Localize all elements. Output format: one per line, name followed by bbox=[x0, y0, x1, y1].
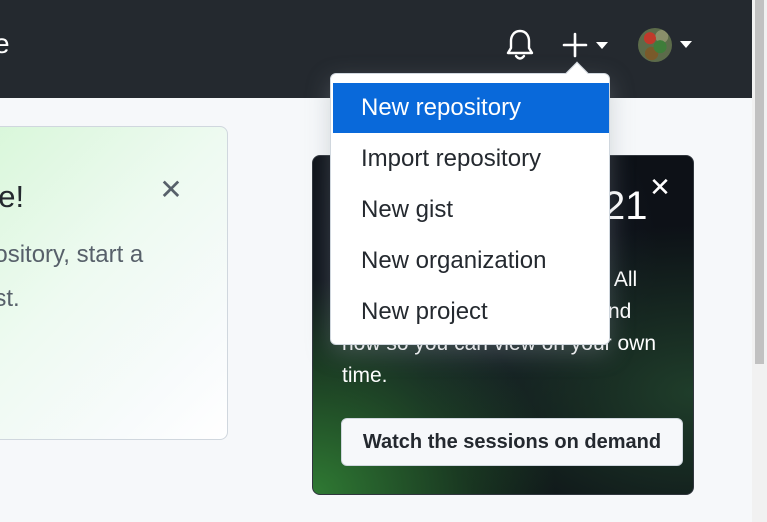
promo-text-line: time. bbox=[342, 364, 388, 387]
close-icon[interactable]: ✕ bbox=[647, 174, 673, 200]
welcome-title: de! bbox=[0, 179, 25, 214]
menu-item-new-gist[interactable]: New gist bbox=[331, 185, 609, 235]
menu-item-new-project[interactable]: New project bbox=[331, 287, 609, 337]
bell-icon bbox=[506, 29, 534, 60]
menu-item-new-repository[interactable]: New repository bbox=[333, 83, 609, 133]
page-scrollbar[interactable] bbox=[752, 0, 767, 522]
chevron-down-icon bbox=[680, 41, 692, 48]
create-new-button[interactable] bbox=[560, 30, 614, 60]
avatar bbox=[638, 28, 672, 62]
create-dropdown-menu: New repository Import repository New gis… bbox=[330, 61, 610, 345]
welcome-card: de! pository, start a est. ✕ bbox=[0, 126, 228, 440]
watch-sessions-button[interactable]: Watch the sessions on demand bbox=[341, 418, 683, 466]
menu-item-new-organization[interactable]: New organization bbox=[331, 236, 609, 286]
chevron-down-icon bbox=[596, 42, 608, 49]
welcome-body: pository, start a est. bbox=[0, 241, 144, 312]
notifications-button[interactable] bbox=[505, 28, 535, 62]
user-menu-button[interactable] bbox=[636, 26, 698, 64]
plus-icon bbox=[562, 32, 588, 58]
scrollbar-thumb[interactable] bbox=[755, 0, 764, 364]
close-icon[interactable]: ✕ bbox=[158, 176, 184, 204]
header-title[interactable]: e bbox=[0, 26, 10, 62]
menu-item-import-repository[interactable]: Import repository bbox=[331, 134, 609, 184]
